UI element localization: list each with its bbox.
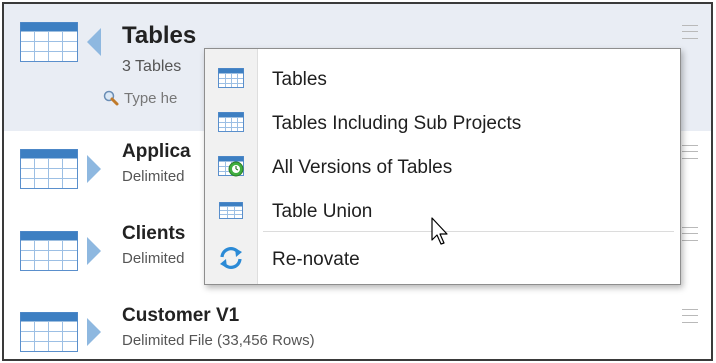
search-icon <box>103 90 119 106</box>
table-icon <box>20 231 78 271</box>
search-input[interactable]: Type he <box>124 90 177 107</box>
mouse-cursor-icon <box>431 217 448 245</box>
context-menu: Tables Tables Including Sub Projects All… <box>204 48 681 285</box>
table-icon <box>20 149 78 189</box>
tables-panel: Tables 3 Tables Type he Applica Delimite… <box>2 2 713 361</box>
table-union-icon <box>219 202 243 219</box>
table-count: 3 Tables <box>122 58 182 75</box>
item-title: Customer V1 <box>122 305 240 326</box>
page-title: Tables <box>122 22 197 49</box>
menu-item-label: Tables <box>272 69 327 90</box>
drag-handle-icon[interactable] <box>682 309 698 323</box>
renovate-icon <box>220 247 242 269</box>
table-icon <box>217 110 245 134</box>
item-title: Clients <box>122 223 186 244</box>
menu-item-label: Table Union <box>272 201 373 222</box>
collapse-arrow-icon[interactable] <box>87 28 101 56</box>
table-icon <box>217 66 245 90</box>
item-subtitle: Delimited <box>122 168 185 185</box>
expand-arrow-icon[interactable] <box>87 237 101 265</box>
menu-separator <box>263 231 674 232</box>
expand-arrow-icon[interactable] <box>87 155 101 183</box>
list-item[interactable]: Customer V1 Delimited File (33,456 Rows) <box>4 295 711 359</box>
drag-handle-icon[interactable] <box>682 145 698 159</box>
menu-item-label: Re-novate <box>272 249 360 270</box>
item-subtitle: Delimited File (33,456 Rows) <box>122 332 315 349</box>
menu-item-label: All Versions of Tables <box>272 157 453 178</box>
drag-handle-icon[interactable] <box>682 227 698 241</box>
table-icon <box>20 22 78 62</box>
table-icon <box>20 312 78 352</box>
menu-item-label: Tables Including Sub Projects <box>272 113 522 134</box>
drag-handle-icon[interactable] <box>682 25 698 39</box>
menu-item-tables[interactable]: Tables <box>205 56 680 100</box>
item-subtitle: Delimited <box>122 250 185 267</box>
expand-arrow-icon[interactable] <box>87 318 101 346</box>
table-versions-icon <box>217 154 245 177</box>
menu-item-tables-including-sub-projects[interactable]: Tables Including Sub Projects <box>205 100 680 144</box>
item-title: Applica <box>122 141 191 162</box>
menu-item-all-versions-of-tables[interactable]: All Versions of Tables <box>205 144 680 188</box>
